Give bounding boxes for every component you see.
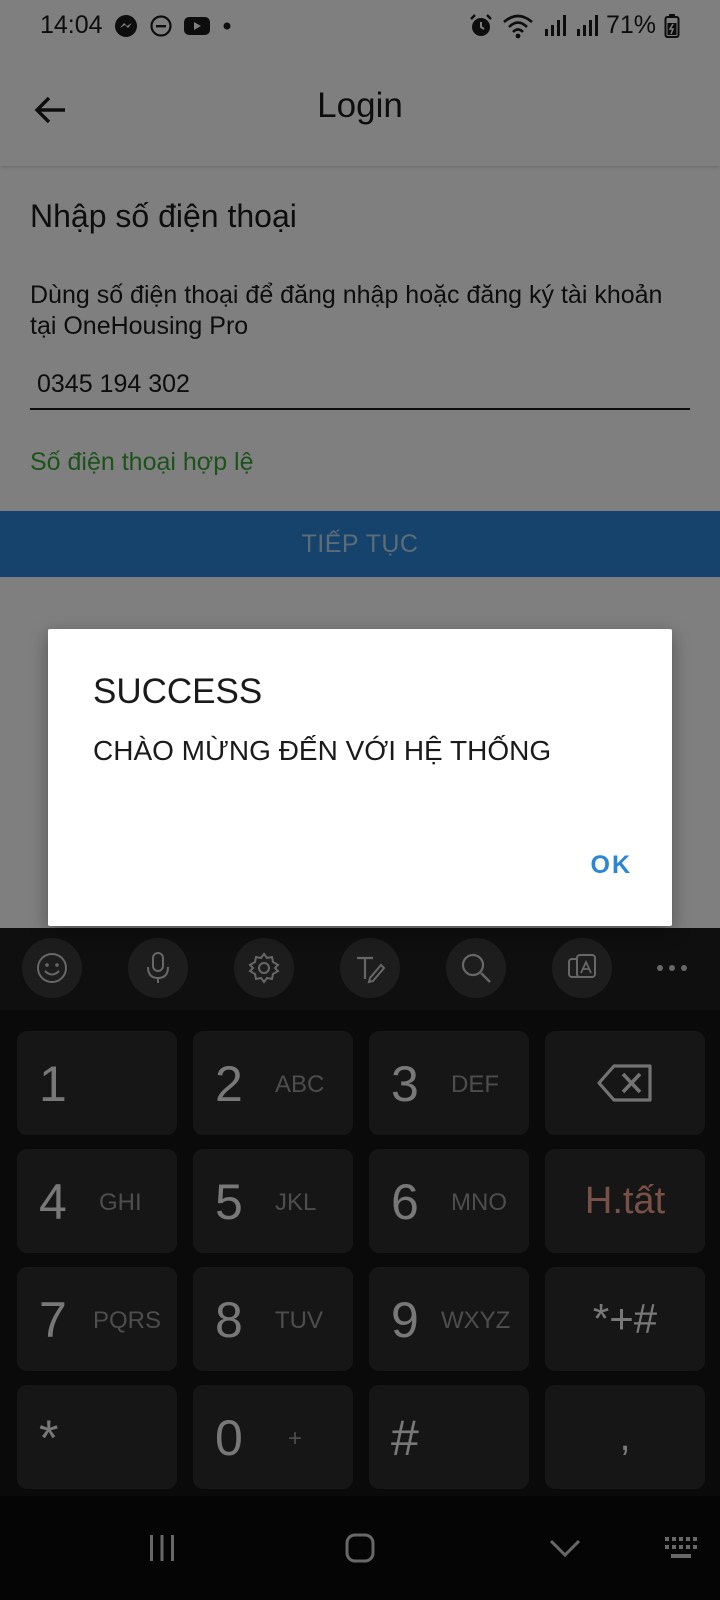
dialog-title: SUCCESS — [93, 672, 263, 711]
dialog-message: CHÀO MỪNG ĐẾN VỚI HỆ THỐNG — [93, 735, 552, 766]
success-dialog: SUCCESS CHÀO MỪNG ĐẾN VỚI HỆ THỐNG OK — [48, 629, 672, 926]
dialog-ok-button[interactable]: OK — [591, 851, 633, 880]
